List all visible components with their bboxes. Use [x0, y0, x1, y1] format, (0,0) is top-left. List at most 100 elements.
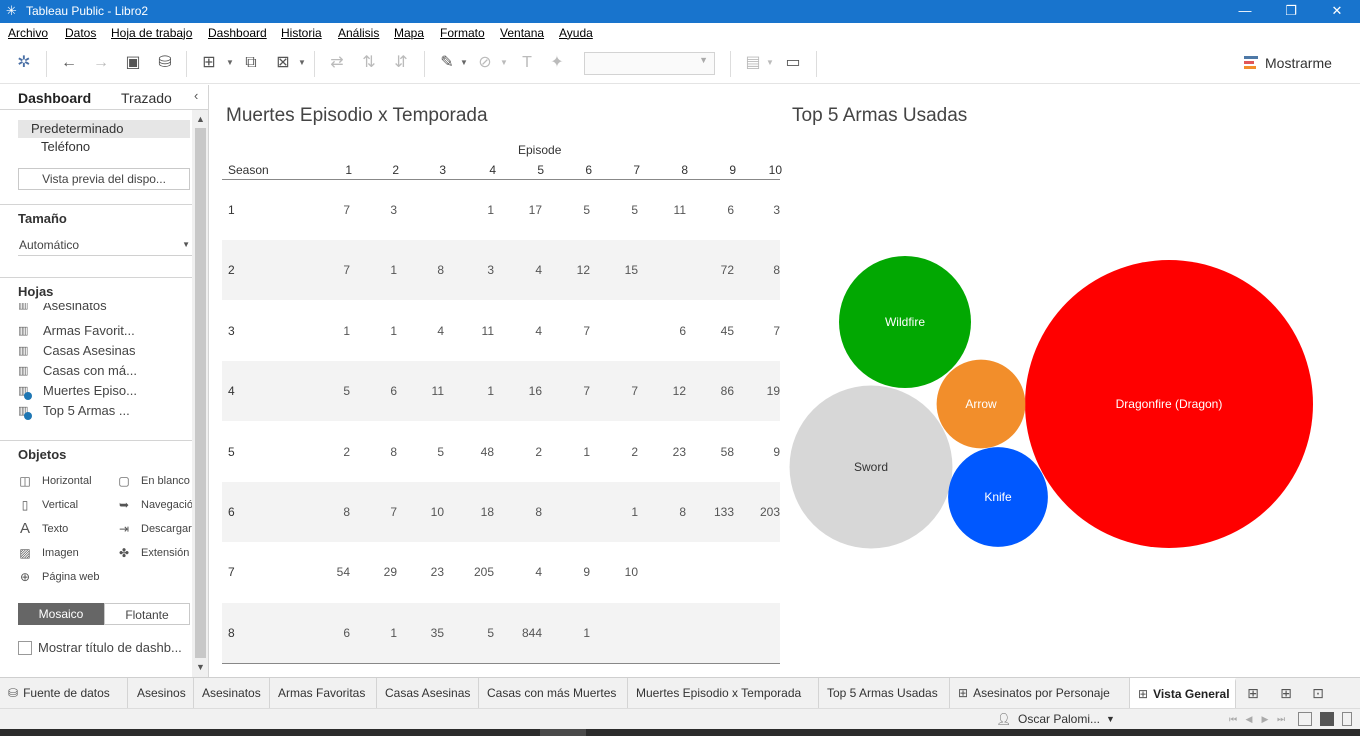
sheet-list-item[interactable]: ▥ Top 5 Armas ... [18, 401, 190, 421]
tabs-view-icon[interactable] [1342, 712, 1352, 726]
table-cell[interactable]: 203 [740, 505, 780, 519]
table-row[interactable]: 3 1 1 4 11 4 7 6 45 7 [222, 301, 780, 361]
table-cell[interactable]: 6 [694, 203, 734, 217]
last-sheet-icon[interactable]: ⏭ [1274, 711, 1288, 727]
table-cell[interactable]: 3 [740, 203, 780, 217]
scrollbar-thumb[interactable] [195, 128, 206, 658]
table-row[interactable]: 1 7 3 1 17 5 5 11 6 3 [222, 180, 780, 240]
close-button[interactable]: ✕ [1314, 0, 1360, 23]
device-phone[interactable]: Teléfono [18, 138, 190, 156]
menu-hoja-de-trabajo[interactable]: Hoja de trabajo [111, 26, 192, 40]
tab-dashboard[interactable]: Dashboard [18, 90, 91, 106]
sheet-tab[interactable]: ⊞ Vista General [1130, 678, 1236, 708]
minimize-button[interactable]: — [1222, 0, 1268, 23]
swap-icon[interactable]: ⇄ [326, 52, 348, 74]
grid-view-icon[interactable] [1298, 712, 1312, 726]
table-cell[interactable]: 72 [694, 263, 734, 277]
table-cell[interactable]: 7 [740, 324, 780, 338]
table-cell[interactable]: 58 [694, 445, 734, 459]
table-cell[interactable]: 1 [357, 324, 397, 338]
show-dashboard-title-checkbox[interactable]: Mostrar título de dashb... [18, 640, 193, 658]
fit-combo[interactable]: ▼ [584, 52, 715, 75]
table-cell[interactable]: 4 [404, 324, 444, 338]
group-dropdown-icon[interactable]: ▼ [500, 52, 508, 74]
object-navigation[interactable]: ➥ Navegació [117, 495, 192, 515]
clear-icon[interactable]: ⊠ [272, 52, 294, 74]
table-cell[interactable]: 8 [646, 505, 686, 519]
save-icon[interactable]: ▣ [122, 52, 144, 74]
table-cell[interactable]: 5 [310, 384, 350, 398]
table-row[interactable]: 8 6 1 35 5 844 1 [222, 602, 780, 663]
sheet-tab[interactable]: Asesinos [129, 678, 194, 708]
next-sheet-icon[interactable]: ▶ [1258, 711, 1272, 727]
tableau-logo-icon[interactable]: ✲ [13, 52, 35, 74]
object-webpage[interactable]: ⊕ Página web [18, 567, 138, 587]
prev-sheet-icon[interactable]: ◀ [1242, 711, 1256, 727]
show-cards-dropdown-icon[interactable]: ▼ [766, 52, 774, 74]
user-menu[interactable]: 👤︎ Oscar Palomi... ▼ [996, 710, 1120, 728]
table-cell[interactable]: 17 [502, 203, 542, 217]
table-cell[interactable]: 1 [598, 505, 638, 519]
redo-icon[interactable]: → [90, 52, 112, 74]
table-cell[interactable]: 15 [598, 263, 638, 277]
table-cell[interactable]: 3 [357, 203, 397, 217]
collapse-panel-icon[interactable]: ‹ [194, 88, 198, 103]
side-panel-scrollbar[interactable]: ▲ ▼ [192, 110, 208, 677]
undo-icon[interactable]: ← [58, 52, 80, 74]
table-cell[interactable]: 2 [502, 445, 542, 459]
table-cell[interactable]: 35 [404, 626, 444, 640]
sort-desc-icon[interactable]: ⇵ [390, 52, 412, 74]
table-cell[interactable]: 844 [502, 626, 542, 640]
table-row[interactable]: 2 7 1 8 3 4 12 15 72 8 [222, 240, 780, 301]
presentation-icon[interactable]: ▭ [782, 52, 804, 74]
menu-ayuda[interactable]: Ayuda [559, 26, 593, 40]
table-cell[interactable]: 4 [502, 263, 542, 277]
table-cell[interactable]: 86 [694, 384, 734, 398]
table-cell[interactable]: 3 [454, 263, 494, 277]
new-sheet-dropdown-icon[interactable]: ▼ [226, 52, 234, 74]
table-cell[interactable]: 9 [740, 445, 780, 459]
table-cell[interactable]: 9 [550, 565, 590, 579]
bubble-sword[interactable]: Sword [789, 385, 953, 549]
table-row[interactable]: 7 54 29 23 205 4 9 10 [222, 542, 780, 602]
device-preview-button[interactable]: Vista previa del dispo... [18, 168, 190, 190]
bubble-wildfire[interactable]: Wildfire [839, 256, 971, 388]
sort-asc-icon[interactable]: ⇅ [358, 52, 380, 74]
table-cell[interactable]: 8 [310, 505, 350, 519]
show-me-button[interactable]: Mostrarme [1244, 54, 1344, 74]
menu-datos[interactable]: Datos [65, 26, 96, 40]
object-vertical[interactable]: ▯ Vertical [18, 495, 114, 515]
new-datasource-icon[interactable]: ⛁ [154, 52, 176, 74]
object-blank[interactable]: ▢ En blanco [117, 471, 192, 491]
sheet-list-item[interactable]: ▥ Armas Favorit... [18, 321, 190, 341]
table-cell[interactable]: 1 [454, 384, 494, 398]
clear-dropdown-icon[interactable]: ▼ [298, 52, 306, 74]
table-cell[interactable]: 48 [454, 445, 494, 459]
menu-analisis[interactable]: Análisis [338, 26, 379, 40]
menu-archivo[interactable]: Archivo [8, 26, 48, 40]
filmstrip-view-icon[interactable] [1320, 712, 1334, 726]
table-cell[interactable]: 11 [404, 384, 444, 398]
menu-mapa[interactable]: Mapa [394, 26, 424, 40]
menu-historia[interactable]: Historia [281, 26, 322, 40]
table-cell[interactable]: 1 [550, 445, 590, 459]
sheet-list-item[interactable]: ▥ Muertes Episo... [18, 381, 190, 401]
table-cell[interactable]: 5 [550, 203, 590, 217]
table-cell[interactable]: 16 [502, 384, 542, 398]
table-cell[interactable]: 7 [550, 384, 590, 398]
sheet-tab[interactable]: Asesinatos [194, 678, 270, 708]
first-sheet-icon[interactable]: ⏮ [1226, 711, 1240, 727]
sheet-list-item[interactable]: ▥ Casas Asesinas [18, 341, 190, 361]
table-cell[interactable]: 29 [357, 565, 397, 579]
table-cell[interactable]: 205 [454, 565, 494, 579]
checkbox[interactable] [18, 641, 32, 655]
tab-layout[interactable]: Trazado [121, 90, 172, 106]
table-row[interactable]: 6 8 7 10 18 8 1 8 133 203 [222, 482, 780, 542]
weapons-bubble-chart[interactable]: Dragonfire (Dragon) Sword Wildfire Knife Arr… [788, 245, 1318, 555]
sheet-tab[interactable]: Armas Favoritas [270, 678, 377, 708]
object-extension[interactable]: ✤ Extensión [117, 543, 192, 563]
sheet-list-item[interactable]: ▥ Casas con má... [18, 361, 190, 381]
table-cell[interactable]: 8 [740, 263, 780, 277]
floating-toggle[interactable]: Flotante [104, 603, 190, 625]
bubble-dragonfire-dragon[interactable]: Dragonfire (Dragon) [1025, 260, 1313, 548]
